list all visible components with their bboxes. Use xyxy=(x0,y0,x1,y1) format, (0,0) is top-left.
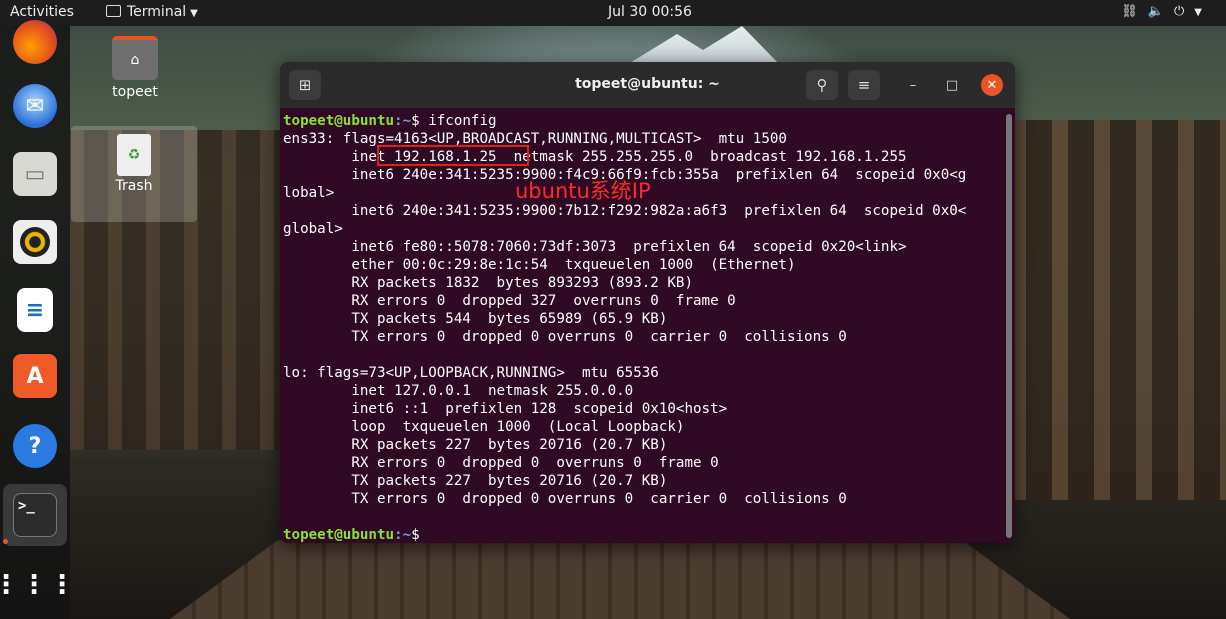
dock-terminal[interactable]: >_ xyxy=(3,484,67,546)
ip-highlight-box xyxy=(377,145,529,166)
network-icon: ⛓ xyxy=(1121,4,1148,19)
writer-icon: ≡ xyxy=(17,288,53,332)
power-icon: ⏻ xyxy=(1174,4,1195,19)
dock-software[interactable]: A xyxy=(9,350,61,402)
app-menu-button[interactable]: Terminal ▼ xyxy=(106,4,198,20)
trash-icon: ♻ xyxy=(117,134,151,176)
dock-files[interactable]: ▭ xyxy=(9,148,61,200)
clock[interactable]: Jul 30 00:56 xyxy=(608,4,692,20)
prompt-symbol: $ xyxy=(411,527,420,543)
minimize-button[interactable]: – xyxy=(902,74,924,96)
search-button[interactable]: ⚲ xyxy=(806,70,838,100)
desktop-icon-home[interactable]: ⌂ topeet xyxy=(87,36,183,100)
maximize-icon: □ xyxy=(945,77,959,93)
chevron-down-icon: ▼ xyxy=(1194,7,1212,18)
dock-firefox[interactable] xyxy=(9,16,61,68)
dock-show-apps[interactable]: ⋮⋮⋮ xyxy=(0,559,77,611)
show-apps-icon: ⋮⋮⋮ xyxy=(0,570,77,600)
maximize-button[interactable]: □ xyxy=(941,74,963,96)
volume-icon: 🔈 xyxy=(1147,4,1174,19)
terminal-window[interactable]: ⊞ topeet@ubuntu: ~ ⚲ ≡ – □ ✕ topeet@ubun… xyxy=(280,62,1015,543)
close-button[interactable]: ✕ xyxy=(981,74,1003,96)
prompt-path: :~ xyxy=(394,113,412,129)
desktop-icon-label: Trash xyxy=(115,178,153,194)
terminal-output[interactable]: topeet@ubuntu:~$ ifconfig ens33: flags=4… xyxy=(280,108,1015,543)
search-icon: ⚲ xyxy=(816,76,828,94)
dock-thunderbird[interactable]: ✉ xyxy=(9,80,61,132)
app-menu-label: Terminal xyxy=(127,4,187,20)
dock-help[interactable]: ? xyxy=(9,420,61,472)
minimize-icon: – xyxy=(909,77,917,93)
help-icon: ? xyxy=(13,424,57,468)
prompt-path: :~ xyxy=(394,527,412,543)
prompt-user: topeet@ubuntu xyxy=(283,113,395,129)
software-icon: A xyxy=(13,354,57,398)
firefox-icon xyxy=(13,20,57,64)
top-bar: Activities Terminal ▼ Jul 30 00:56 ⛓🔈⏻▼ xyxy=(0,0,1226,26)
running-indicator xyxy=(3,539,8,544)
home-folder-icon: ⌂ xyxy=(112,36,158,80)
thunderbird-icon: ✉ xyxy=(13,84,57,128)
desktop-icon-trash[interactable]: ♻ Trash xyxy=(71,126,197,222)
terminal-icon: >_ xyxy=(13,493,57,537)
system-tray[interactable]: ⛓🔈⏻▼ xyxy=(1121,4,1212,19)
wallpaper-bridge-rail-right xyxy=(1010,120,1226,500)
terminal-app-icon xyxy=(106,5,121,17)
ip-annotation: ubuntu系统IP xyxy=(515,179,651,203)
hamburger-icon: ≡ xyxy=(857,76,871,94)
desktop-icon-label: topeet xyxy=(112,84,158,100)
terminal-header[interactable]: ⊞ topeet@ubuntu: ~ ⚲ ≡ – □ ✕ xyxy=(280,62,1015,108)
chevron-down-icon: ▼ xyxy=(190,8,198,19)
dock-writer[interactable]: ≡ xyxy=(9,284,61,336)
prompt-user: topeet@ubuntu xyxy=(283,527,395,543)
command-text: $ ifconfig xyxy=(411,113,497,129)
dock-rhythmbox[interactable] xyxy=(9,216,61,268)
terminal-scrollbar[interactable] xyxy=(1006,114,1012,538)
rhythmbox-icon xyxy=(13,220,57,264)
menu-button[interactable]: ≡ xyxy=(848,70,880,100)
dock: ✉ ▭ ≡ A ? >_ ⋮⋮⋮ xyxy=(0,20,77,619)
wallpaper-bridge-deck xyxy=(170,540,1070,619)
close-icon: ✕ xyxy=(986,77,998,93)
files-icon: ▭ xyxy=(13,152,57,196)
